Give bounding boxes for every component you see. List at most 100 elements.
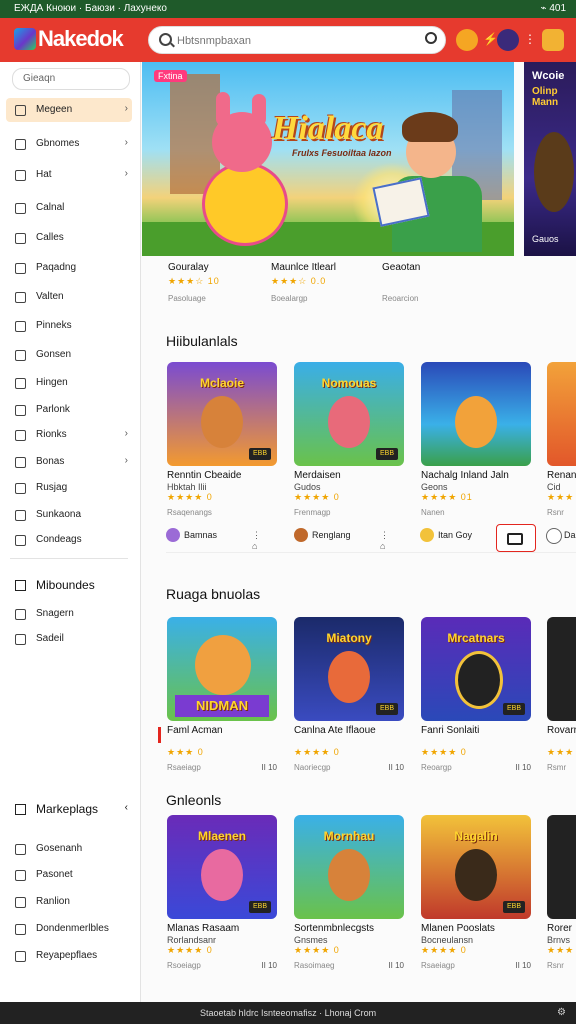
section-title: Hiibulanlals — [166, 333, 238, 349]
game-card[interactable]: Rorer Brnvs ★★★ Rsnr — [547, 815, 576, 975]
rating-stars: ★★★★ 0 — [294, 945, 340, 955]
sidebar-sub-item[interactable]: Pasonet — [6, 863, 132, 887]
game-title: Mlanen Pooslats — [421, 923, 495, 934]
hero-info-item[interactable]: Gouralay ★★★☆ 10 Pasoluage — [168, 258, 278, 308]
category-icon — [15, 897, 26, 908]
game-thumbnail — [547, 362, 576, 466]
game-title: Merdaisen — [294, 470, 341, 481]
sidebar-item-0[interactable]: Megeen › — [6, 98, 132, 122]
game-title: Rorer — [547, 923, 573, 934]
brand-title[interactable]: Nakedok — [38, 26, 124, 52]
menu-icon[interactable]: ⋮ — [524, 32, 536, 46]
download-button[interactable] — [496, 524, 536, 552]
profile-icon[interactable] — [542, 29, 564, 51]
hero-badge: Fxtina — [154, 70, 187, 82]
sidebar-sub-item[interactable]: Snagern — [6, 602, 132, 626]
flash-icon[interactable]: ⚡ — [483, 32, 498, 46]
game-tag: EBB — [249, 901, 271, 913]
top-bar: Nakedok ⚡ ⋮ — [0, 18, 576, 62]
more-icon[interactable]: ⋮ ⌂ — [380, 530, 389, 551]
category-icon — [15, 609, 26, 620]
game-card[interactable]: Nachalg Inland Jaln Geons ★★★★ 01 Nanen — [421, 362, 533, 522]
game-tag: EBB — [376, 703, 398, 715]
hero-info-item[interactable]: Maunlce Itlearl ★★★☆ 0.0 Boealargp — [271, 258, 381, 308]
rating-stars: ★★★☆ 10 — [168, 276, 220, 286]
search-bar[interactable] — [148, 26, 446, 54]
sidebar-item-4[interactable]: Calles — [6, 226, 132, 250]
rating-stars: ★★★★ 0 — [294, 492, 340, 502]
sidebar-item-14[interactable]: Sunkaona — [6, 503, 132, 527]
hero-title: Hialaca — [272, 110, 384, 147]
character-image — [201, 849, 243, 901]
game-card[interactable]: Nomouas EBB Merdaisen Gudos ★★★★ 0 Frenm… — [294, 362, 406, 522]
sidebar-item-11[interactable]: Rionks › — [6, 423, 132, 447]
publisher-avatar — [166, 528, 180, 542]
character-image — [455, 651, 503, 709]
sidebar-item-10[interactable]: Parlonk — [6, 398, 132, 422]
footer-bar: Staoetab hIdrc Isnteeomafisz · Lhonaj Cr… — [0, 1002, 576, 1024]
sidebar-item-2[interactable]: Hat › — [6, 163, 132, 187]
game-card[interactable]: Mrcatnars EBB Fanri Sonlaiti ★★★★ 0 Reoa… — [421, 617, 533, 777]
game-card[interactable]: Rovarr ★★★ Rsmr — [547, 617, 576, 777]
game-card[interactable]: Nagalin EBB Mlanen Pooslats Bocneulansn … — [421, 815, 533, 975]
game-title: Canlna Ate Iflaoue — [294, 725, 376, 736]
hero-banner-next[interactable]: Wcoie Olinp Mann Gauos — [524, 62, 576, 256]
sidebar-item-6[interactable]: Valten — [6, 285, 132, 309]
game-card[interactable]: Mclaoie EBB Renntin Cbeaide Hbktah Ilii … — [167, 362, 279, 522]
sidebar-section-head[interactable]: Markeplags ‹ — [6, 798, 132, 822]
sidebar-item-8[interactable]: Gonsen — [6, 343, 132, 367]
footer-text: Staoetab hIdrc Isnteeomafisz · Lhonaj Cr… — [200, 1008, 377, 1018]
sidebar-search[interactable]: Gieaqn — [12, 68, 130, 90]
sidebar-item-7[interactable]: Pinneks — [6, 314, 132, 338]
sidebar-sub-item[interactable]: Sadeil — [6, 627, 132, 651]
game-card[interactable]: Miatony EBB Canlna Ate Iflaoue ★★★★ 0 Na… — [294, 617, 406, 777]
game-card[interactable]: NIDMAN Faml Acman ★★★ 0 Rsaeiagp II 10 — [167, 617, 279, 777]
game-thumbnail: Nomouas EBB — [294, 362, 404, 466]
category-icon — [15, 924, 26, 935]
stats-icon: II 10 — [515, 763, 531, 772]
status-left: ЕЖДА Кноюи · Баюзи · Лахунеко — [14, 3, 167, 14]
search-input[interactable] — [175, 31, 409, 51]
category-icon — [15, 292, 26, 303]
game-card[interactable]: Mornhau Sortenmbnlecgsts Gnsmes ★★★★ 0 R… — [294, 815, 406, 975]
category-icon — [15, 350, 26, 361]
hero-banner[interactable]: Fxtina Hialaca Frulxs Fesuoiltaa lazon — [142, 62, 514, 256]
chevron-right-icon: › — [124, 137, 128, 148]
more-icon[interactable]: ⋮ ⌂ — [252, 530, 261, 551]
sidebar-item-3[interactable]: Calnal — [6, 196, 132, 220]
character-image — [328, 849, 370, 901]
sidebar: Gieaqn Megeen › Gbnomes › Hat › Calnal Call… — [0, 62, 141, 1002]
logo-icon[interactable] — [14, 28, 36, 50]
sidebar-item-15[interactable]: Condeags — [6, 528, 132, 552]
stats-icon: II 10 — [261, 961, 277, 970]
settings-icon[interactable]: ⚙ — [557, 1007, 566, 1018]
game-card[interactable]: Renan Cid ★★★ Rsnr — [547, 362, 576, 522]
rating-stars: ★★★★ 0 — [421, 747, 467, 757]
sidebar-item-1[interactable]: Gbnomes › — [6, 132, 132, 156]
category-icon — [15, 233, 26, 244]
chevron-right-icon: › — [124, 103, 128, 114]
notification-icon[interactable] — [456, 29, 478, 51]
sidebar-sub-item[interactable]: Gosenanh — [6, 837, 132, 861]
rating-stars: ★★★ 0 — [167, 747, 204, 757]
game-thumbnail: Mlaenen EBB — [167, 815, 277, 919]
game-thumbnail: NIDMAN — [167, 617, 277, 721]
hero-info-item[interactable]: Geaotan Reoarcion — [382, 258, 492, 308]
kid-hair — [402, 112, 458, 142]
sidebar-item-9[interactable]: Hingen — [6, 371, 132, 395]
rabbit-body — [202, 162, 288, 246]
sidebar-item-13[interactable]: Rusjag — [6, 476, 132, 500]
search-submit-icon[interactable] — [425, 32, 437, 44]
sidebar-item-12[interactable]: Bonas › — [6, 450, 132, 474]
sidebar-item-5[interactable]: Paqadng — [6, 256, 132, 280]
download-icon — [507, 533, 523, 545]
sidebar-sub-item[interactable]: Reyapepflaes — [6, 944, 132, 968]
sidebar-sub-item[interactable]: Dondenmerlbles — [6, 917, 132, 941]
game-card[interactable]: Mlaenen EBB Mlanas Rasaam Rorlandsanr ★★… — [167, 815, 279, 975]
sidebar-section-head[interactable]: Miboundes — [6, 574, 132, 598]
game-thumbnail: Mclaoie EBB — [167, 362, 277, 466]
sidebar-sub-item[interactable]: Ranlion — [6, 890, 132, 914]
avatar[interactable] — [497, 29, 519, 51]
section-title: Gnleonls — [166, 792, 222, 808]
category-icon — [15, 483, 26, 494]
